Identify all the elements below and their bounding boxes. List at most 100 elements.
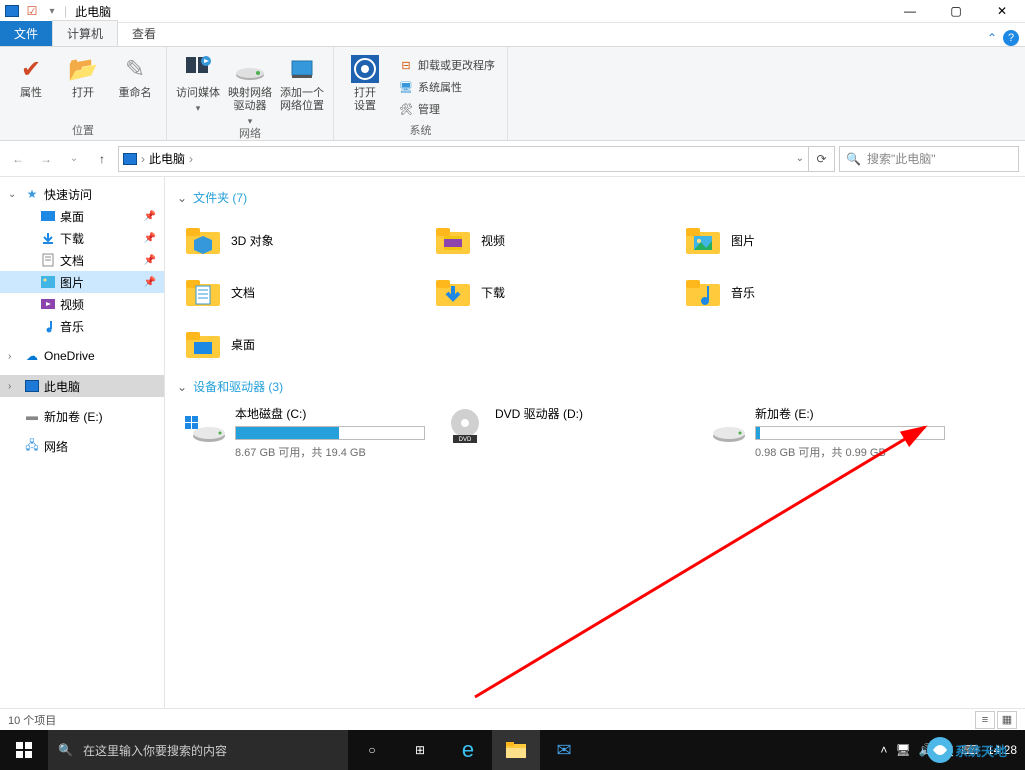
breadcrumb[interactable]: 此电脑 bbox=[149, 150, 185, 167]
tiles-view-button[interactable]: ▦ bbox=[997, 711, 1017, 729]
folder-icon bbox=[683, 272, 723, 312]
close-button[interactable]: ✕ bbox=[979, 0, 1025, 23]
drive-item[interactable]: 新加卷 (E:)0.98 GB 可用，共 0.99 GB bbox=[701, 403, 951, 462]
folder-icon bbox=[433, 272, 473, 312]
folder-item[interactable]: 视频 bbox=[431, 214, 681, 266]
edge-button[interactable]: e bbox=[444, 730, 492, 770]
body-split: ⌄ ★ 快速访问 桌面📌下载📌文档📌图片📌视频音乐 › ☁ OneDrive ›… bbox=[0, 177, 1025, 708]
forward-button[interactable]: → bbox=[34, 147, 58, 171]
folder-item[interactable]: 3D 对象 bbox=[181, 214, 431, 266]
title-bar: ☑ ▾ | 此电脑 ― ▢ ✕ bbox=[0, 0, 1025, 23]
address-bar[interactable]: › 此电脑 › ⌄ bbox=[118, 146, 809, 172]
settings-icon bbox=[349, 53, 381, 85]
uninstall-button[interactable]: ⊟卸载或更改程序 bbox=[394, 55, 499, 75]
navigation-pane: ⌄ ★ 快速访问 桌面📌下载📌文档📌图片📌视频音乐 › ☁ OneDrive ›… bbox=[0, 177, 165, 708]
drive-icon: ▬ bbox=[24, 408, 40, 424]
collapse-ribbon-icon[interactable]: ⌃ bbox=[987, 31, 997, 45]
mail-button[interactable]: ✉ bbox=[540, 730, 588, 770]
nav-item-music[interactable]: 音乐 bbox=[0, 315, 164, 337]
minimize-button[interactable]: ― bbox=[887, 0, 933, 23]
start-button[interactable] bbox=[0, 730, 48, 770]
nav-this-pc[interactable]: › 此电脑 bbox=[0, 375, 164, 397]
drive-icon: DVD bbox=[443, 405, 487, 449]
drive-icon bbox=[703, 405, 747, 449]
explorer-button[interactable] bbox=[492, 730, 540, 770]
nav-network[interactable]: 🖧 网络 bbox=[0, 435, 164, 457]
folder-item[interactable]: 下载 bbox=[431, 266, 681, 318]
add-location-button[interactable]: 添加一个 网络位置 bbox=[279, 51, 325, 113]
desktop-icon bbox=[40, 208, 56, 224]
status-bar: 10 个项目 ≡ ▦ bbox=[0, 708, 1025, 730]
search-input[interactable]: 🔍 搜索"此电脑" bbox=[839, 146, 1019, 172]
chevron-down-icon: ⌄ bbox=[177, 191, 187, 205]
nav-item-videos[interactable]: 视频 bbox=[0, 293, 164, 315]
folder-item[interactable]: 桌面 bbox=[181, 318, 431, 370]
nav-quick-access[interactable]: ⌄ ★ 快速访问 bbox=[0, 183, 164, 205]
properties-button[interactable]: ✔属性 bbox=[8, 51, 54, 100]
nav-item-pictures[interactable]: 图片📌 bbox=[0, 271, 164, 293]
chevron-down-icon[interactable]: ⌄ bbox=[8, 189, 20, 200]
drives-group-header[interactable]: ⌄ 设备和驱动器 (3) bbox=[169, 374, 1021, 399]
chevron-right-icon[interactable]: › bbox=[189, 152, 193, 166]
up-button[interactable]: ↑ bbox=[90, 147, 114, 171]
qat-dropdown-icon[interactable]: ▾ bbox=[44, 3, 60, 19]
quick-access-toolbar: ☑ ▾ | bbox=[0, 3, 67, 19]
cortana-button[interactable]: ○ bbox=[348, 730, 396, 770]
refresh-button[interactable]: ⟳ bbox=[809, 146, 835, 172]
chevron-right-icon[interactable]: › bbox=[141, 152, 145, 166]
tray-chevron-icon[interactable]: ˄ bbox=[880, 743, 887, 757]
maximize-button[interactable]: ▢ bbox=[933, 0, 979, 23]
drive-item[interactable]: 本地磁盘 (C:)8.67 GB 可用，共 19.4 GB bbox=[181, 403, 431, 462]
system-properties-button[interactable]: 🖥系统属性 bbox=[394, 77, 499, 97]
folder-item[interactable]: 文档 bbox=[181, 266, 431, 318]
ribbon-group-label: 位置 bbox=[8, 120, 158, 138]
task-view-button[interactable]: ⊞ bbox=[396, 730, 444, 770]
chevron-right-icon[interactable]: › bbox=[8, 381, 20, 392]
tab-view[interactable]: 查看 bbox=[118, 21, 170, 46]
nav-item-documents[interactable]: 文档📌 bbox=[0, 249, 164, 271]
network-tray-icon[interactable]: 🖥 bbox=[895, 743, 910, 757]
folder-item[interactable]: 图片 bbox=[681, 214, 931, 266]
qat-properties-icon[interactable]: ☑ bbox=[24, 3, 40, 19]
open-settings-button[interactable]: 打开 设置 bbox=[342, 51, 388, 113]
access-media-button[interactable]: 访问媒体▾ bbox=[175, 51, 221, 115]
tab-file[interactable]: 文件 bbox=[0, 21, 52, 46]
media-icon bbox=[182, 53, 214, 85]
nav-item-downloads[interactable]: 下载📌 bbox=[0, 227, 164, 249]
chevron-right-icon[interactable]: › bbox=[8, 351, 20, 362]
back-button[interactable]: ← bbox=[6, 147, 30, 171]
folders-group-header[interactable]: ⌄ 文件夹 (7) bbox=[169, 185, 1021, 210]
details-view-button[interactable]: ≡ bbox=[975, 711, 995, 729]
pc-icon bbox=[123, 153, 137, 165]
videos-icon bbox=[40, 296, 56, 312]
window-controls: ― ▢ ✕ bbox=[887, 0, 1025, 23]
pin-icon: 📌 bbox=[144, 211, 156, 222]
uninstall-icon: ⊟ bbox=[398, 57, 414, 73]
watermark: 系统天地 bbox=[925, 730, 1025, 770]
map-drive-button[interactable]: 映射网络 驱动器▾ bbox=[227, 51, 273, 128]
open-button[interactable]: 📂打开 bbox=[60, 51, 106, 100]
manage-button[interactable]: 🛠管理 bbox=[394, 99, 499, 119]
ribbon-group-system: 打开 设置 ⊟卸载或更改程序 🖥系统属性 🛠管理 系统 bbox=[334, 47, 508, 140]
address-dropdown-icon[interactable]: ⌄ bbox=[796, 153, 804, 164]
recent-locations-button[interactable]: ⌄ bbox=[62, 147, 86, 171]
ribbon-group-label: 网络 bbox=[175, 123, 325, 141]
address-bar-row: ← → ⌄ ↑ › 此电脑 › ⌄ ⟳ 🔍 搜索"此电脑" bbox=[0, 141, 1025, 177]
nav-onedrive[interactable]: › ☁ OneDrive bbox=[0, 345, 164, 367]
search-icon: 🔍 bbox=[58, 743, 73, 757]
sysprops-icon: 🖥 bbox=[398, 79, 414, 95]
manage-icon: 🛠 bbox=[398, 101, 414, 117]
rename-icon: ✎ bbox=[119, 53, 151, 85]
nav-item-desktop[interactable]: 桌面📌 bbox=[0, 205, 164, 227]
nav-new-volume[interactable]: ▬ 新加卷 (E:) bbox=[0, 405, 164, 427]
window-title: 此电脑 bbox=[75, 3, 111, 20]
pc-icon bbox=[4, 3, 20, 19]
tab-computer[interactable]: 计算机 bbox=[52, 20, 118, 46]
folder-item[interactable]: 音乐 bbox=[681, 266, 931, 318]
capacity-bar bbox=[755, 426, 945, 440]
help-icon[interactable]: ? bbox=[1003, 30, 1019, 46]
taskbar-search-input[interactable]: 🔍 在这里输入你要搜索的内容 bbox=[48, 730, 348, 770]
folder-icon bbox=[433, 220, 473, 260]
rename-button[interactable]: ✎重命名 bbox=[112, 51, 158, 100]
drive-item[interactable]: DVDDVD 驱动器 (D:) bbox=[441, 403, 691, 462]
